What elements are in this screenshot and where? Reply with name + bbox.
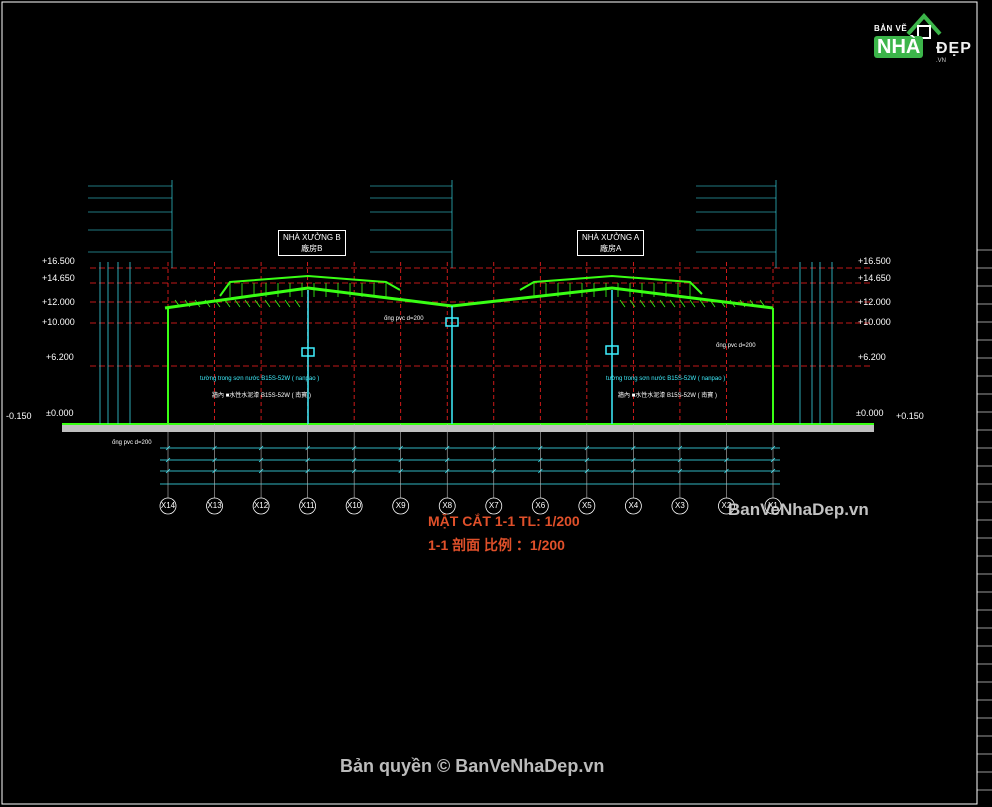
- grid-label-x10: X10: [347, 501, 362, 510]
- level-left-0000: ±0.000: [46, 408, 74, 418]
- level-right-0000: ±0.000: [856, 408, 884, 418]
- grid-label-x8: X8: [442, 501, 453, 510]
- logo-main-text: NHÀ: [874, 36, 924, 58]
- rafter-web: [689, 299, 696, 308]
- level-left-6200: +6.200: [46, 352, 74, 362]
- rafter-web: [244, 299, 251, 308]
- rafter-web: [699, 299, 706, 308]
- grid-label-x9: X9: [395, 501, 406, 510]
- watermark-bottom: Bản quyền © BanVeNhaDep.vn: [340, 756, 605, 776]
- building-b-label: NHÀ XƯỞNG B 廠房B: [278, 230, 346, 256]
- steel-frame: [164, 274, 774, 424]
- rafter-web: [659, 299, 666, 308]
- rafter-web: [629, 299, 636, 308]
- logo-url-text: .VN: [936, 58, 947, 64]
- rafter-web: [264, 299, 271, 308]
- grid-label-x12: X12: [253, 501, 269, 510]
- level-right-16500: +16.500: [858, 256, 891, 266]
- level-left-14650: +14.650: [42, 273, 75, 283]
- rafter-web: [234, 299, 241, 308]
- section-title: MẶT CẮT 1-1 TL: 1/200: [428, 513, 580, 529]
- dimension-lines: [99, 262, 833, 485]
- grid-label-x14: X14: [160, 501, 176, 510]
- grid-label-x4: X4: [628, 501, 639, 510]
- title-block-ticks: [977, 249, 992, 791]
- level-left-16500: +16.500: [42, 256, 75, 266]
- rafter-web: [274, 299, 281, 308]
- vertical-grid-lines: [167, 262, 774, 424]
- pipe-note-mid: ống pvc d=200: [384, 316, 424, 322]
- rafter-web: [679, 299, 686, 308]
- sheet-border: [1, 1, 978, 805]
- logo-top-text: BẢN VẼ: [874, 24, 908, 33]
- level-left-10000: +10.000: [42, 317, 75, 327]
- monitor-a: [519, 274, 703, 295]
- level-right-6200: +6.200: [858, 352, 886, 362]
- rafter-web: [649, 299, 656, 308]
- rafter-web: [294, 299, 301, 308]
- rafter-web: [254, 299, 261, 308]
- wall-note-left: tường trong sơn nước B15S-52W ( nanpao ): [200, 376, 320, 382]
- level-grid-lines: [90, 267, 870, 367]
- cad-drawing-canvas: [1, 1, 992, 805]
- logo-sub-text: ĐẸP: [936, 40, 972, 57]
- rafter-web: [619, 299, 626, 308]
- grid-label-x3: X3: [675, 501, 685, 510]
- interior-columns: [301, 290, 619, 424]
- section-title-cn: 1-1 剖面 比例 ：1/200: [428, 537, 565, 553]
- level-right-12000: +12.000: [858, 297, 891, 307]
- pipe-note-left: ống pvc d=200: [112, 440, 152, 446]
- building-a-name: NHÀ XƯỞNG A: [582, 233, 640, 242]
- grid-label-x6: X6: [535, 501, 546, 510]
- ground-slab: [62, 424, 874, 432]
- level-left-minus0150: -0.150: [6, 411, 32, 421]
- grid-label-x11: X11: [300, 501, 315, 510]
- rafter-web: [224, 299, 231, 308]
- wall-note-right: tường trong sơn nước B15S-52W ( nanpao ): [606, 376, 726, 382]
- level-right-plus0150: +0.150: [896, 411, 924, 421]
- building-a-label: NHÀ XƯỞNG A 廠房A: [577, 230, 645, 256]
- building-b-cn: 廠房B: [301, 244, 323, 253]
- building-b-name: NHÀ XƯỞNG B: [283, 233, 341, 242]
- watermark-right: BanVeNhaDep.vn: [728, 500, 869, 519]
- wall-note-left-cn: 牆內 ■水性水泥漆 B15S-52W ( 南寶 ): [212, 393, 311, 399]
- level-right-10000: +10.000: [858, 317, 891, 327]
- rafter-web: [639, 299, 646, 308]
- rafter-web: [669, 299, 676, 308]
- pipe-note-right: ống pvc d=200: [716, 343, 756, 349]
- level-right-14650: +14.650: [858, 273, 891, 283]
- level-left-12000: +12.000: [42, 297, 75, 307]
- grid-label-x13: X13: [207, 501, 222, 510]
- rafter-web: [284, 299, 291, 308]
- building-a-cn: 廠房A: [599, 244, 622, 253]
- grid-label-x7: X7: [488, 501, 499, 510]
- grid-label-x5: X5: [581, 501, 592, 510]
- wall-note-right-cn: 牆內 ■水性水泥漆 B15S-52W ( 南寶 ): [618, 393, 717, 399]
- brand-logo: BẢN VẼ NHÀ ĐẸP .VN: [868, 10, 986, 72]
- monitor-b: [219, 274, 401, 297]
- material-note-leaders: [88, 180, 777, 268]
